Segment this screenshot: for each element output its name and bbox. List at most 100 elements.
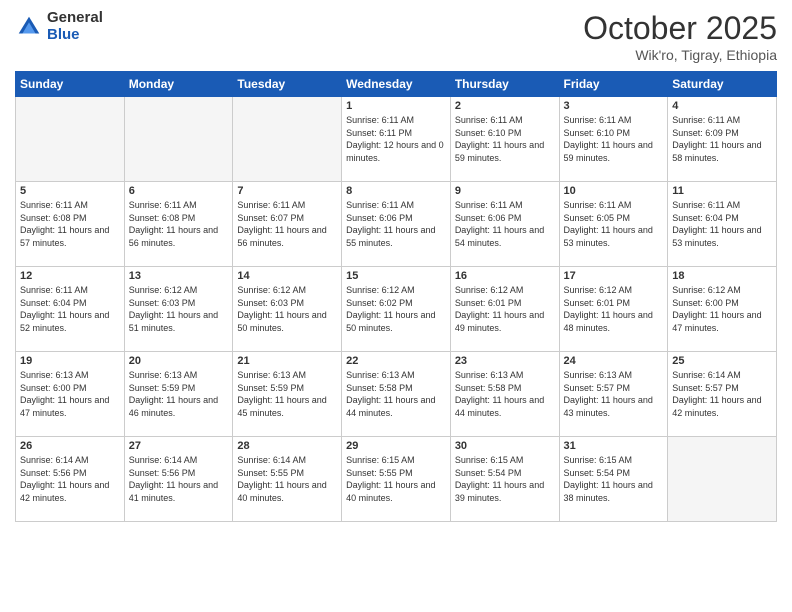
day-number: 1 [346,100,446,112]
calendar-cell: 10 Sunrise: 6:11 AM Sunset: 6:05 PM Dayli… [559,182,668,267]
calendar-cell [668,437,777,522]
day-info: Sunrise: 6:15 AM Sunset: 5:55 PM Dayligh… [346,454,446,504]
calendar-cell [16,97,125,182]
day-number: 27 [129,440,229,452]
day-info: Sunrise: 6:12 AM Sunset: 6:00 PM Dayligh… [672,284,772,334]
day-number: 18 [672,270,772,282]
calendar-cell: 2 Sunrise: 6:11 AM Sunset: 6:10 PM Daylig… [450,97,559,182]
day-number: 13 [129,270,229,282]
calendar-cell: 3 Sunrise: 6:11 AM Sunset: 6:10 PM Daylig… [559,97,668,182]
calendar-cell: 25Sunrise: 6:14 AM Sunset: 5:57 PM Dayli… [668,352,777,437]
weekday-header-friday: Friday [559,72,668,97]
calendar-cell: 17 Sunrise: 6:12 AM Sunset: 6:01 PM Dayli… [559,267,668,352]
calendar-cell: 28 Sunrise: 6:14 AM Sunset: 5:55 PM Dayli… [233,437,342,522]
day-info: Sunrise: 6:11 AM Sunset: 6:07 PM Dayligh… [237,199,337,249]
calendar-cell: 7 Sunrise: 6:11 AM Sunset: 6:07 PM Daylig… [233,182,342,267]
weekday-header-sunday: Sunday [16,72,125,97]
day-number: 22 [346,355,446,367]
day-number: 3 [564,100,664,112]
calendar-cell: 4Sunrise: 6:11 AM Sunset: 6:09 PM Daylig… [668,97,777,182]
day-info: Sunrise: 6:11 AM Sunset: 6:11 PM Dayligh… [346,114,446,164]
calendar-cell: 18 Sunrise: 6:12 AM Sunset: 6:00 PM Dayli… [668,267,777,352]
day-info: Sunrise: 6:13 AM Sunset: 5:58 PM Dayligh… [346,369,446,419]
day-number: 9 [455,185,555,197]
day-number: 31 [564,440,664,452]
week-row-0: 1 Sunrise: 6:11 AM Sunset: 6:11 PM Daylig… [16,97,777,182]
day-info: Sunrise: 6:13 AM Sunset: 5:59 PM Dayligh… [129,369,229,419]
day-number: 30 [455,440,555,452]
day-number: 29 [346,440,446,452]
calendar-table: SundayMondayTuesdayWednesdayThursdayFrid… [15,71,777,522]
calendar-cell: 24Sunrise: 6:13 AM Sunset: 5:57 PM Dayli… [559,352,668,437]
day-number: 23 [455,355,555,367]
day-number: 17 [564,270,664,282]
day-number: 28 [237,440,337,452]
day-number: 21 [237,355,337,367]
calendar-cell: 27Sunrise: 6:14 AM Sunset: 5:56 PM Dayli… [124,437,233,522]
calendar-cell: 23 Sunrise: 6:13 AM Sunset: 5:58 PM Dayli… [450,352,559,437]
day-number: 5 [20,185,120,197]
day-number: 2 [455,100,555,112]
week-row-4: 26 Sunrise: 6:14 AM Sunset: 5:56 PM Dayli… [16,437,777,522]
day-info: Sunrise: 6:11 AM Sunset: 6:06 PM Dayligh… [346,199,446,249]
logo: General Blue [15,10,103,43]
calendar-cell: 12Sunrise: 6:11 AM Sunset: 6:04 PM Dayli… [16,267,125,352]
calendar-cell: 30 Sunrise: 6:15 AM Sunset: 5:54 PM Dayli… [450,437,559,522]
day-info: Sunrise: 6:11 AM Sunset: 6:10 PM Dayligh… [564,114,664,164]
day-info: Sunrise: 6:12 AM Sunset: 6:03 PM Dayligh… [237,284,337,334]
day-info: Sunrise: 6:11 AM Sunset: 6:08 PM Dayligh… [129,199,229,249]
weekday-header-monday: Monday [124,72,233,97]
calendar-cell: 20 Sunrise: 6:13 AM Sunset: 5:59 PM Dayli… [124,352,233,437]
day-number: 8 [346,185,446,197]
logo-general: General [47,10,103,27]
day-number: 7 [237,185,337,197]
day-info: Sunrise: 6:14 AM Sunset: 5:57 PM Dayligh… [672,369,772,419]
day-info: Sunrise: 6:12 AM Sunset: 6:03 PM Dayligh… [129,284,229,334]
day-number: 11 [672,185,772,197]
calendar-cell: 11 Sunrise: 6:11 AM Sunset: 6:04 PM Dayli… [668,182,777,267]
day-info: Sunrise: 6:13 AM Sunset: 5:57 PM Dayligh… [564,369,664,419]
week-row-1: 5 Sunrise: 6:11 AM Sunset: 6:08 PM Daylig… [16,182,777,267]
calendar-cell: 19Sunrise: 6:13 AM Sunset: 6:00 PM Dayli… [16,352,125,437]
calendar-title: October 2025 [583,10,777,47]
day-number: 14 [237,270,337,282]
day-number: 10 [564,185,664,197]
calendar-cell [233,97,342,182]
calendar-cell: 16Sunrise: 6:12 AM Sunset: 6:01 PM Dayli… [450,267,559,352]
calendar-cell: 5Sunrise: 6:11 AM Sunset: 6:08 PM Daylig… [16,182,125,267]
day-number: 4 [672,100,772,112]
calendar-cell: 13 Sunrise: 6:12 AM Sunset: 6:03 PM Dayli… [124,267,233,352]
calendar-cell: 1 Sunrise: 6:11 AM Sunset: 6:11 PM Daylig… [342,97,451,182]
day-info: Sunrise: 6:13 AM Sunset: 5:59 PM Dayligh… [237,369,337,419]
logo-blue: Blue [47,27,103,44]
week-row-2: 12Sunrise: 6:11 AM Sunset: 6:04 PM Dayli… [16,267,777,352]
day-info: Sunrise: 6:11 AM Sunset: 6:04 PM Dayligh… [672,199,772,249]
day-info: Sunrise: 6:13 AM Sunset: 5:58 PM Dayligh… [455,369,555,419]
weekday-header-saturday: Saturday [668,72,777,97]
day-number: 15 [346,270,446,282]
day-info: Sunrise: 6:15 AM Sunset: 5:54 PM Dayligh… [455,454,555,504]
calendar-cell: 22 Sunrise: 6:13 AM Sunset: 5:58 PM Dayli… [342,352,451,437]
day-number: 6 [129,185,229,197]
day-number: 20 [129,355,229,367]
day-number: 26 [20,440,120,452]
logo-text: General Blue [47,10,103,43]
day-info: Sunrise: 6:14 AM Sunset: 5:55 PM Dayligh… [237,454,337,504]
calendar-cell [124,97,233,182]
calendar-cell: 26 Sunrise: 6:14 AM Sunset: 5:56 PM Dayli… [16,437,125,522]
weekday-header-thursday: Thursday [450,72,559,97]
week-row-3: 19Sunrise: 6:13 AM Sunset: 6:00 PM Dayli… [16,352,777,437]
weekday-header-row: SundayMondayTuesdayWednesdayThursdayFrid… [16,72,777,97]
day-info: Sunrise: 6:11 AM Sunset: 6:05 PM Dayligh… [564,199,664,249]
day-info: Sunrise: 6:14 AM Sunset: 5:56 PM Dayligh… [20,454,120,504]
day-number: 19 [20,355,120,367]
day-info: Sunrise: 6:15 AM Sunset: 5:54 PM Dayligh… [564,454,664,504]
day-number: 12 [20,270,120,282]
calendar-cell: 8 Sunrise: 6:11 AM Sunset: 6:06 PM Daylig… [342,182,451,267]
logo-icon [15,13,43,41]
day-info: Sunrise: 6:12 AM Sunset: 6:01 PM Dayligh… [564,284,664,334]
calendar-cell: 14 Sunrise: 6:12 AM Sunset: 6:03 PM Dayli… [233,267,342,352]
header: General Blue October 2025 Wik'ro, Tigray… [15,10,777,63]
calendar-cell: 29 Sunrise: 6:15 AM Sunset: 5:55 PM Dayli… [342,437,451,522]
day-info: Sunrise: 6:11 AM Sunset: 6:10 PM Dayligh… [455,114,555,164]
